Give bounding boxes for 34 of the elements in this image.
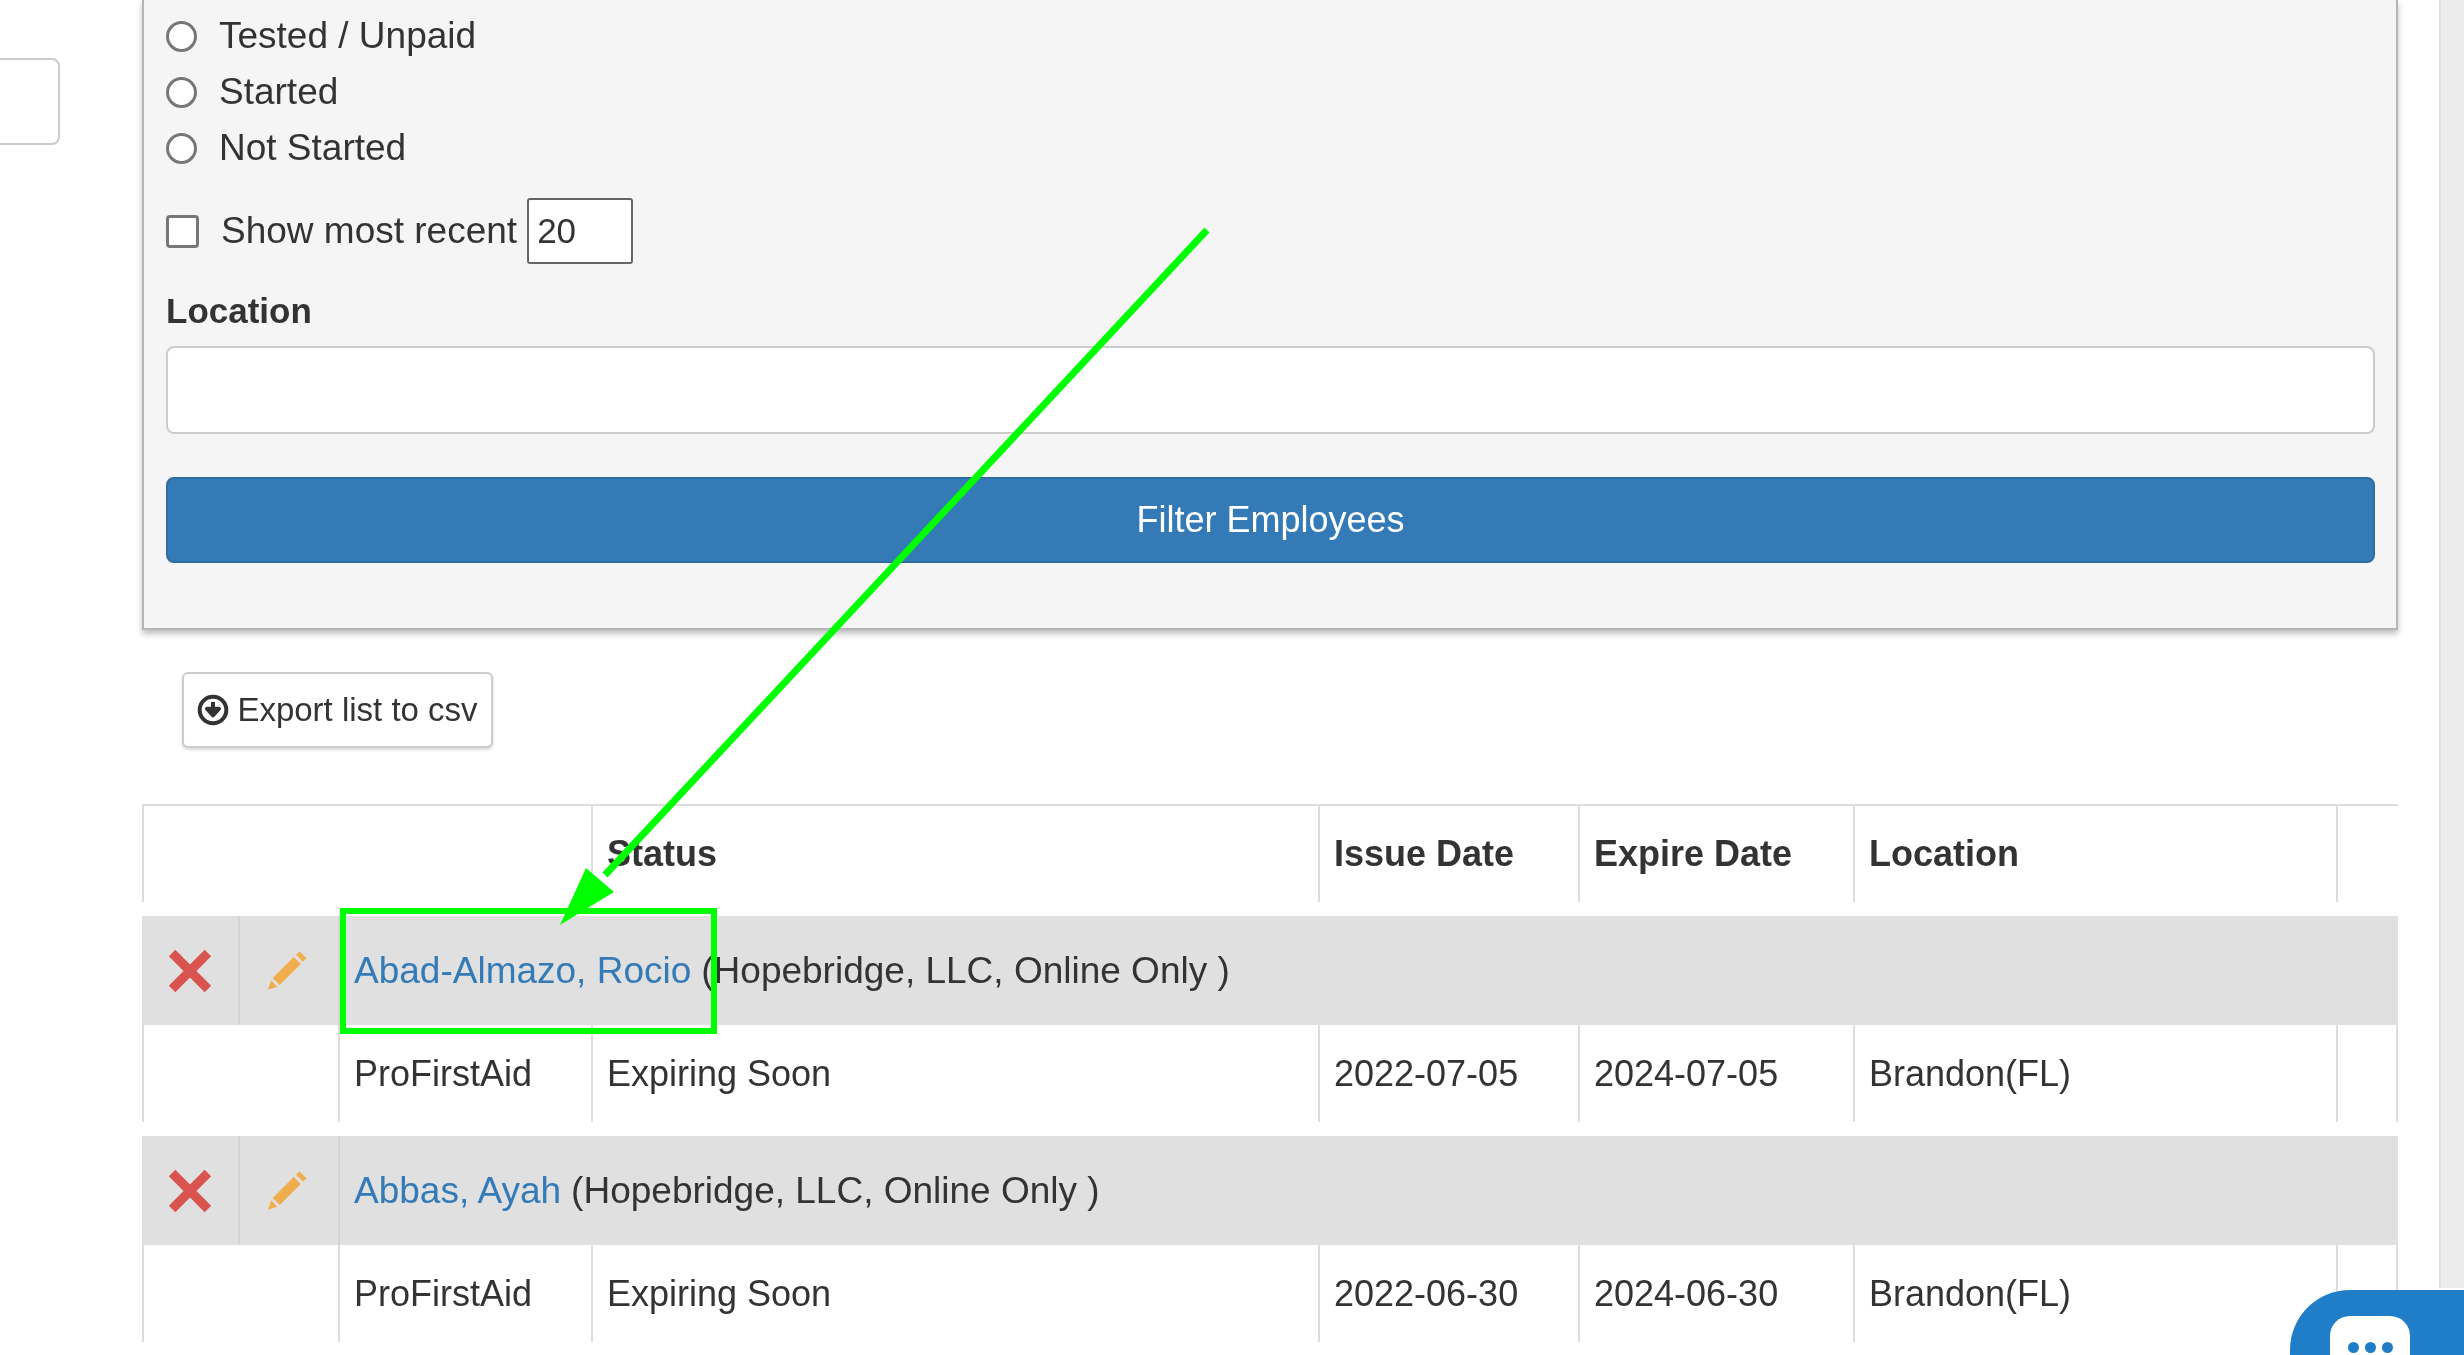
column-header: Expire Date: [1594, 832, 1793, 876]
table-cell-text: 2024-07-05: [1594, 1051, 1779, 1096]
chat-button[interactable]: [2290, 1290, 2464, 1355]
radio-button[interactable]: [166, 20, 197, 52]
checkbox-label: Show most recent: [221, 209, 518, 254]
chat-icon: [2330, 1316, 2410, 1355]
radio-label: Started: [219, 70, 339, 115]
location-field[interactable]: [166, 346, 2375, 434]
table-cell-text: Brandon(FL): [1869, 1051, 2072, 1096]
column-header: Issue Date: [1334, 832, 1515, 876]
table-cell-text: ProFirstAid: [354, 1271, 533, 1316]
checkbox[interactable]: [166, 214, 199, 248]
radio-button[interactable]: [166, 132, 197, 164]
table-cell-text: Brandon(FL): [1869, 1271, 2072, 1316]
radio-label: Not Started: [219, 126, 407, 171]
table-cell-text: ProFirstAid: [354, 1051, 533, 1096]
employee-name-link[interactable]: Abad-Almazo, Rocio: [354, 942, 692, 999]
delete-icon[interactable]: [168, 948, 212, 993]
employee-details: (Hopebridge, LLC, Online Only ): [571, 1168, 1100, 1213]
location-label: Location: [166, 289, 313, 332]
count-field[interactable]: 20: [527, 198, 634, 264]
column-header: Location: [1869, 832, 2019, 876]
employee-name-link[interactable]: Abbas, Ayah: [354, 1162, 562, 1219]
export-button[interactable]: Export list to csv: [182, 672, 493, 748]
filter-employees-button[interactable]: Filter Employees: [166, 477, 2375, 563]
table-cell-text: 2022-07-05: [1334, 1051, 1519, 1096]
table-cell-text: 2024-06-30: [1594, 1271, 1779, 1316]
radio-button[interactable]: [166, 76, 197, 108]
download-icon: [197, 694, 230, 726]
table-cell-text: Expiring Soon: [607, 1051, 832, 1096]
table-cell-text: 2022-06-30: [1334, 1271, 1519, 1316]
delete-icon[interactable]: [168, 1168, 212, 1213]
table-cell-text: Expiring Soon: [607, 1271, 832, 1316]
radio-label: Tested / Unpaid: [219, 14, 477, 59]
